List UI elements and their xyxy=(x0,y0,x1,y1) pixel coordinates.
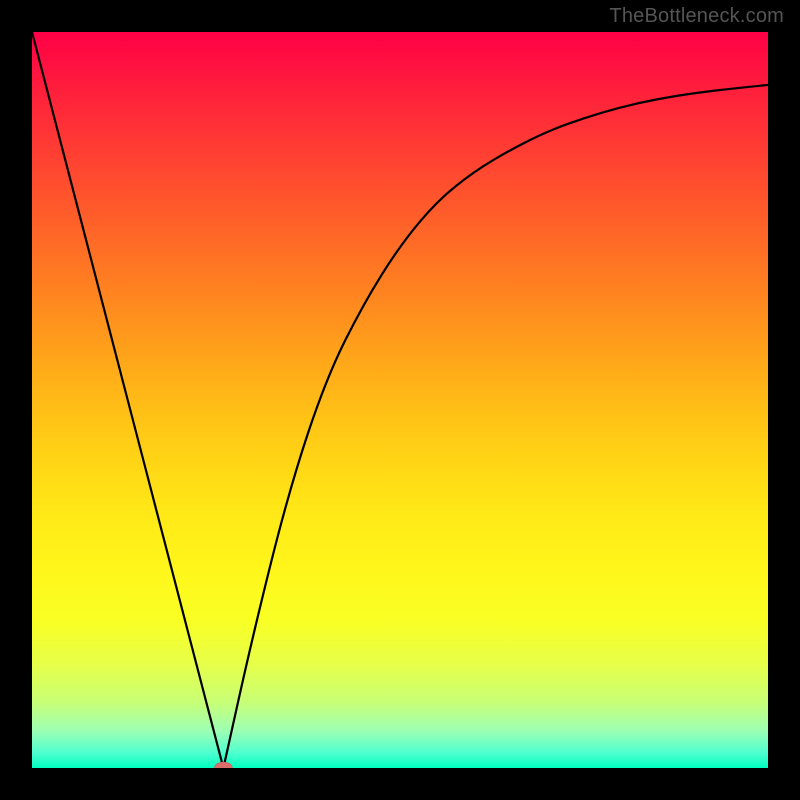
curve-layer xyxy=(32,32,768,768)
bottleneck-curve xyxy=(32,32,768,768)
chart-frame: TheBottleneck.com xyxy=(0,0,800,800)
watermark-text: TheBottleneck.com xyxy=(609,5,784,28)
plot-area xyxy=(32,32,768,768)
optimum-marker xyxy=(214,762,232,768)
